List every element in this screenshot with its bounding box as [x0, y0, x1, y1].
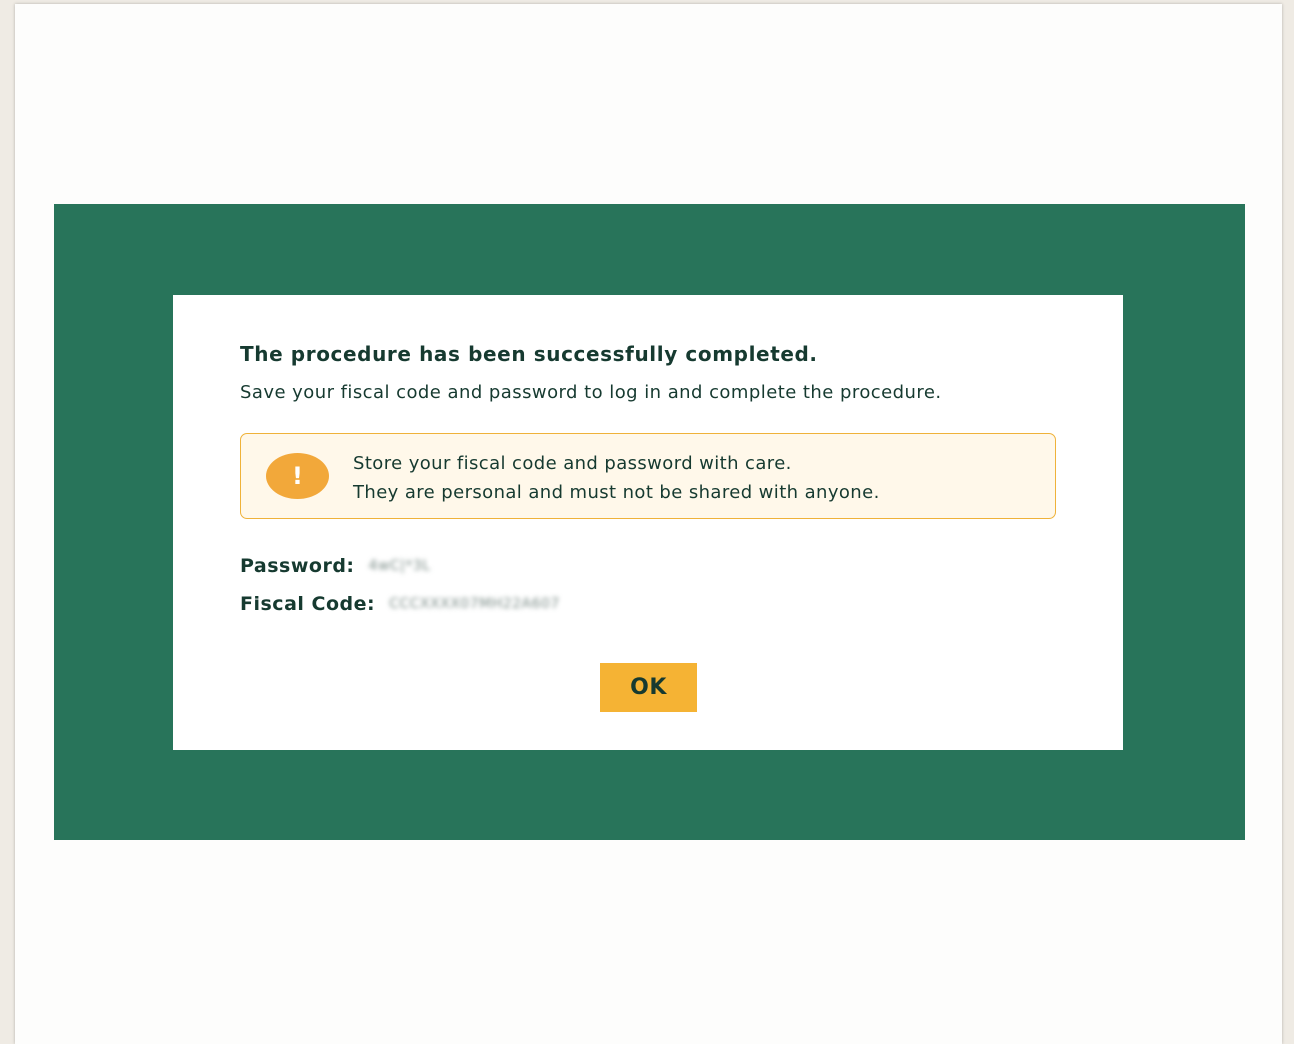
exclamation-icon: !	[266, 453, 329, 499]
dialog-title: The procedure has been successfully comp…	[240, 342, 818, 366]
password-row: Password: 4wC|*3L	[240, 555, 431, 577]
alert-text: Store your fiscal code and password with…	[353, 449, 880, 507]
warning-alert: ! Store your fiscal code and password wi…	[240, 433, 1056, 519]
password-value: 4wC|*3L	[368, 558, 431, 574]
fiscal-code-label: Fiscal Code:	[240, 593, 376, 615]
fiscal-code-row: Fiscal Code: CCCXXXX07MH22A607	[240, 593, 560, 615]
alert-line-1: Store your fiscal code and password with…	[353, 453, 792, 474]
password-label: Password:	[240, 555, 355, 577]
success-dialog: The procedure has been successfully comp…	[173, 295, 1123, 750]
dialog-subtitle: Save your fiscal code and password to lo…	[240, 382, 942, 403]
ok-button[interactable]: OK	[600, 663, 697, 712]
alert-line-2: They are personal and must not be shared…	[353, 482, 880, 503]
fiscal-code-value: CCCXXXX07MH22A607	[389, 596, 560, 612]
